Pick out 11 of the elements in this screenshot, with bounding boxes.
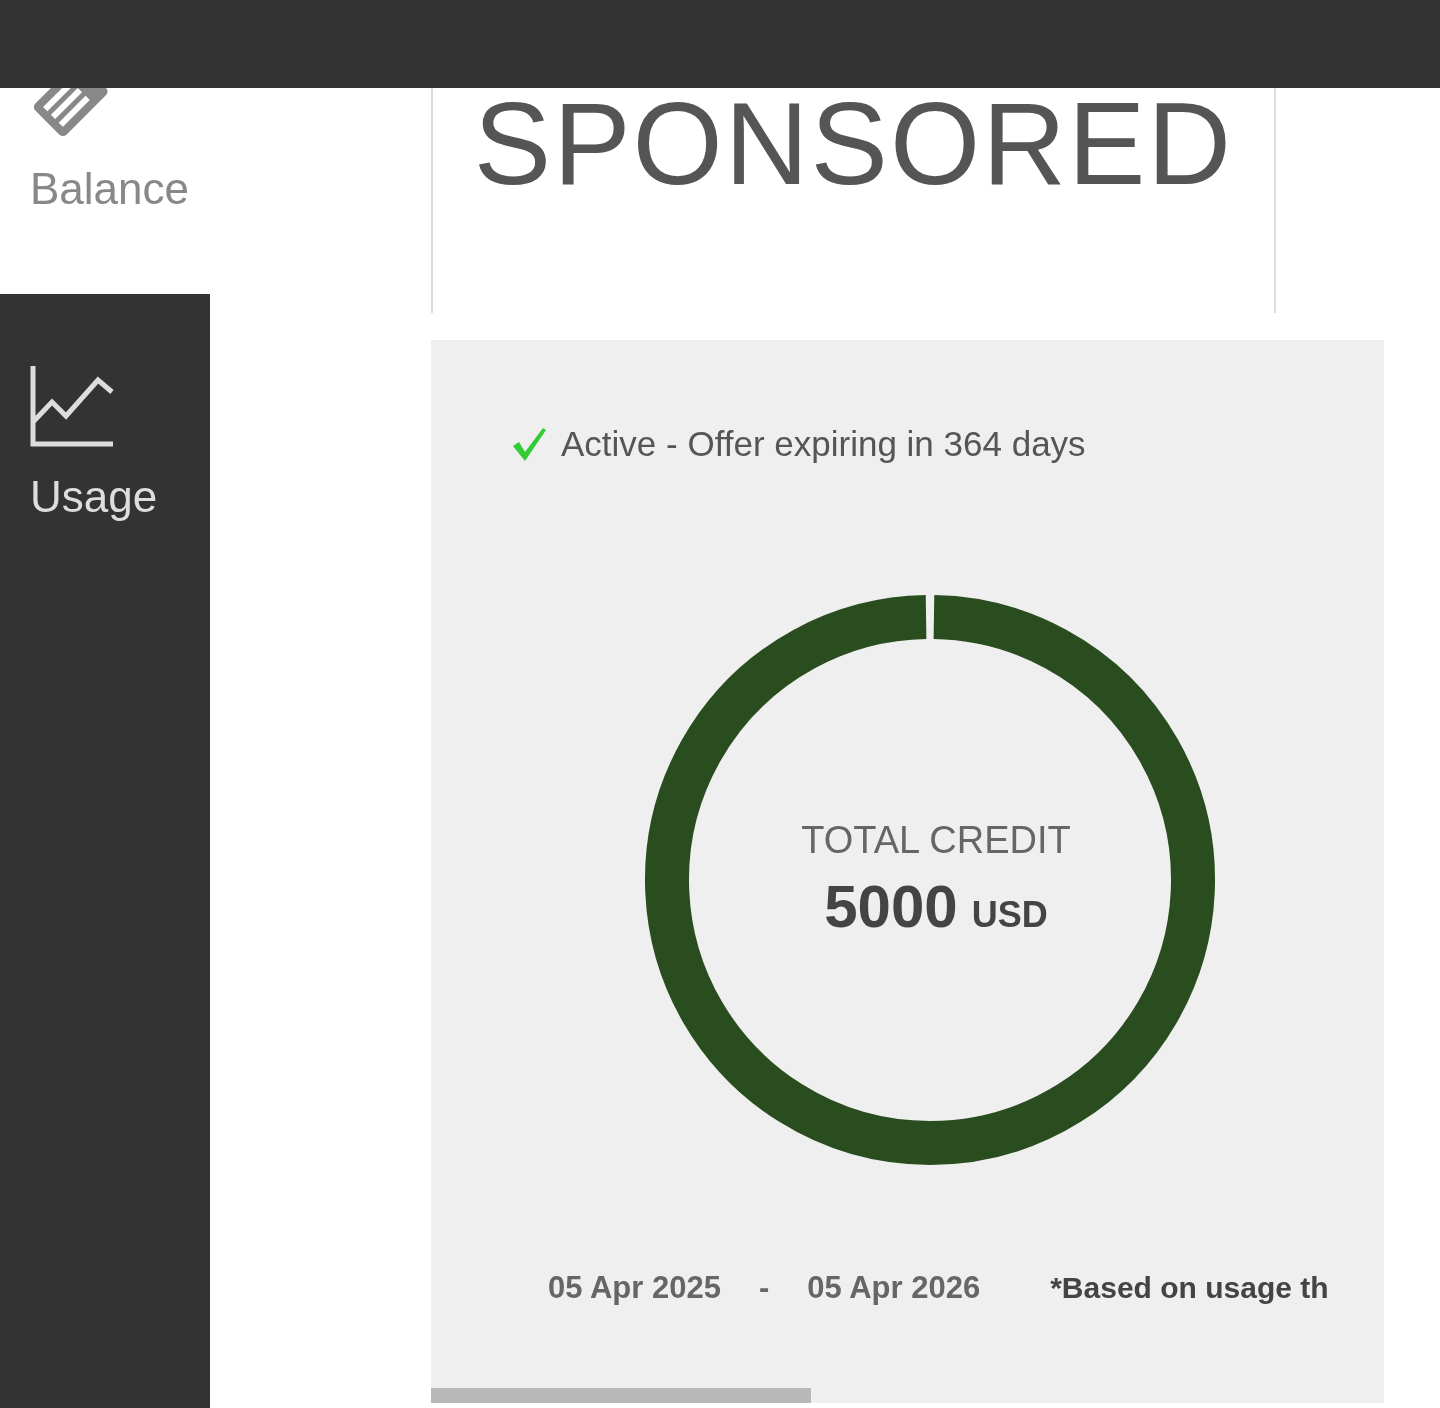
scrollbar-thumb[interactable]	[431, 1388, 811, 1403]
credit-amount: 5000	[824, 872, 958, 941]
currency-label: USD	[971, 894, 1048, 936]
date-separator: -	[758, 1270, 770, 1306]
credit-caption: TOTAL CREDIT	[801, 819, 1071, 862]
usage-note: *Based on usage th	[1050, 1271, 1329, 1305]
start-date: 05 Apr 2025	[548, 1270, 721, 1306]
status-text: Active - Offer expiring in 364 days	[561, 424, 1086, 464]
line-chart-icon	[30, 364, 114, 448]
end-date: 05 Apr 2026	[807, 1270, 981, 1306]
offer-title: SPONSORED	[473, 88, 1234, 202]
